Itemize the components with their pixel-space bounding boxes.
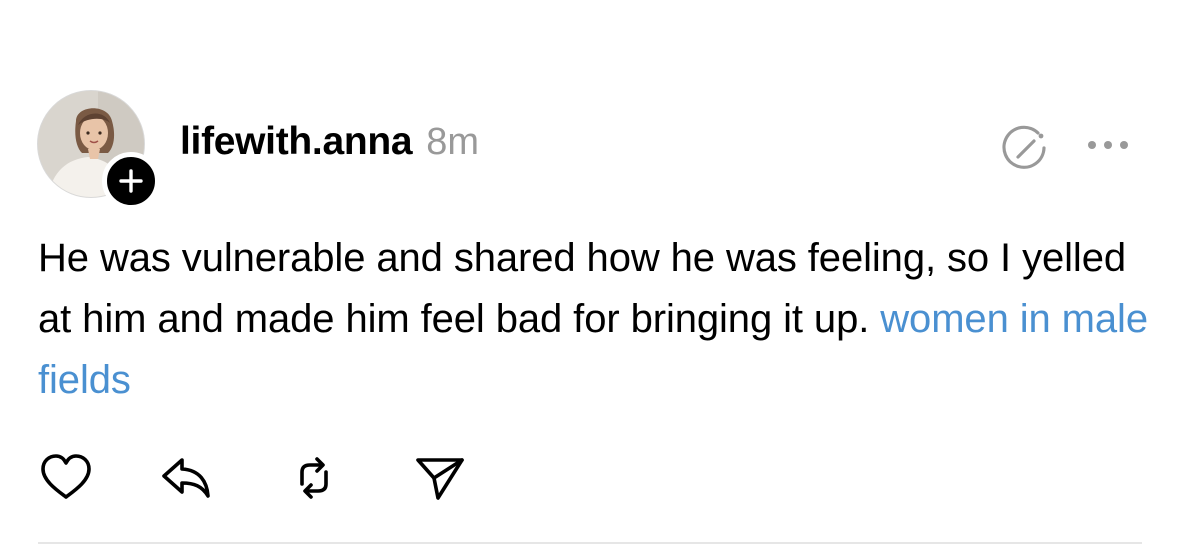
heart-icon[interactable]: [38, 450, 94, 506]
plus-icon: [119, 169, 143, 193]
reply-arrow-icon[interactable]: [158, 450, 214, 506]
avatar-container[interactable]: [37, 90, 160, 210]
post-body: He was vulnerable and shared how he was …: [38, 228, 1148, 411]
timestamp: 8m: [426, 121, 480, 163]
post-header: lifewith.anna 8m: [180, 120, 479, 170]
follow-button[interactable]: [102, 152, 160, 210]
more-options-icon[interactable]: [1084, 130, 1132, 160]
send-icon[interactable]: [412, 450, 468, 506]
username[interactable]: lifewith.anna: [180, 120, 413, 164]
repost-icon[interactable]: [286, 450, 342, 506]
author-reply-icon[interactable]: [996, 121, 1052, 177]
